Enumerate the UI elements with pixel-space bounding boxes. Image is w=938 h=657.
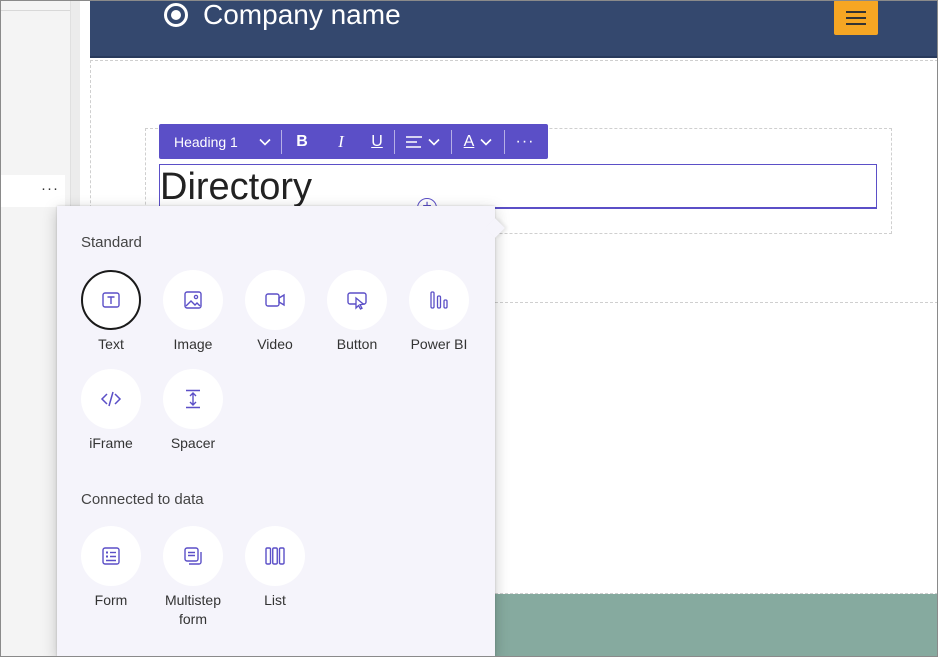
connected-data-section-title: Connected to data xyxy=(81,491,204,508)
standard-section-title: Standard xyxy=(81,234,142,251)
heading-text-component[interactable]: Directory xyxy=(159,164,877,208)
company-logo-icon xyxy=(164,3,188,27)
heading-style-value: Heading 1 xyxy=(174,133,238,150)
align-dropdown[interactable] xyxy=(395,124,451,159)
more-options-icon[interactable]: ··· xyxy=(41,181,59,197)
iframe-icon xyxy=(100,391,122,407)
power-bi-icon xyxy=(430,291,448,309)
page-heading[interactable]: Directory xyxy=(160,167,312,207)
align-left-icon xyxy=(406,135,422,148)
more-formatting-button[interactable]: ··· xyxy=(505,124,545,159)
text-format-toolbar: Heading 1 B I U A ··· xyxy=(159,124,548,159)
button-icon xyxy=(347,292,367,310)
spacer-icon xyxy=(186,389,200,409)
left-pane-divider xyxy=(0,10,70,11)
iframe-component-tile[interactable]: iFrame xyxy=(70,369,152,453)
component-picker-panel: Standard Text Image Video Button Power B… xyxy=(57,206,495,657)
image-component-tile[interactable]: Image xyxy=(152,270,234,354)
text-icon xyxy=(102,292,120,308)
heading-style-dropdown[interactable]: Heading 1 xyxy=(159,124,281,159)
footer-section xyxy=(494,594,938,657)
company-name: Company name xyxy=(203,0,401,30)
list-component-tile[interactable]: List xyxy=(234,526,316,610)
underline-button[interactable]: U xyxy=(360,124,394,159)
image-icon xyxy=(184,291,202,309)
chevron-down-icon xyxy=(259,138,271,146)
site-header: Company name xyxy=(90,0,938,58)
power-bi-component-tile[interactable]: Power BI xyxy=(398,270,480,354)
font-color-icon: A xyxy=(463,132,475,150)
text-component-tile[interactable]: Text xyxy=(70,270,152,354)
multistep-form-component-tile[interactable]: Multistep form xyxy=(152,526,234,629)
form-icon xyxy=(102,547,120,565)
multistep-form-icon xyxy=(184,547,202,565)
spacer-component-tile[interactable]: Spacer xyxy=(152,369,234,453)
font-color-dropdown[interactable]: A xyxy=(452,124,504,159)
video-icon xyxy=(265,293,285,307)
form-component-tile[interactable]: Form xyxy=(70,526,152,610)
video-component-tile[interactable]: Video xyxy=(234,270,316,354)
button-component-tile[interactable]: Button xyxy=(316,270,398,354)
hamburger-menu-button[interactable] xyxy=(834,0,878,35)
bold-button[interactable]: B xyxy=(282,124,322,159)
chevron-down-icon xyxy=(428,138,440,146)
left-pane-selected-item[interactable]: ··· xyxy=(0,175,65,207)
italic-button[interactable]: I xyxy=(322,124,360,159)
chevron-down-icon xyxy=(480,138,492,146)
list-icon xyxy=(265,547,285,565)
